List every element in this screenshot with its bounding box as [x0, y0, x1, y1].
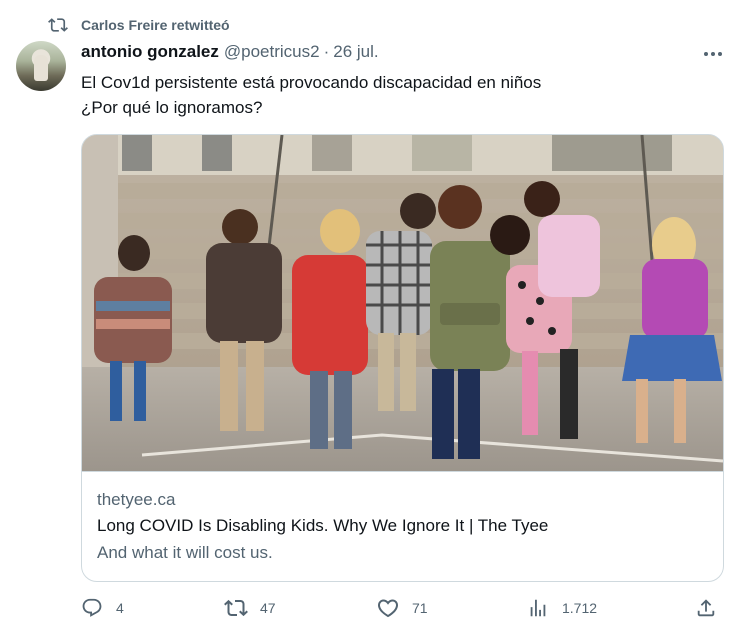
- tweet-text-line-1: El Cov1d persistente está provocando dis…: [81, 73, 542, 92]
- like-count: 71: [412, 600, 428, 616]
- author-name[interactable]: antonio gonzalez: [81, 42, 219, 62]
- tweet-header: antonio gonzalez @poetricus2 · 26 jul.: [81, 42, 379, 62]
- reply-button[interactable]: 4: [80, 596, 124, 620]
- views-button[interactable]: 1.712: [526, 596, 597, 620]
- share-button[interactable]: [694, 596, 718, 620]
- header-separator: ·: [323, 42, 330, 61]
- link-card[interactable]: thetyee.ca Long COVID Is Disabling Kids.…: [81, 134, 724, 582]
- heart-icon: [376, 596, 400, 620]
- retweet-count: 47: [260, 600, 276, 616]
- more-options-icon[interactable]: [700, 44, 726, 64]
- retweet-icon: [224, 596, 248, 620]
- author-handle[interactable]: @poetricus2: [224, 42, 320, 62]
- retweet-button[interactable]: 47: [224, 596, 276, 620]
- retweet-banner[interactable]: Carlos Freire retwitteó: [48, 15, 230, 35]
- tweet-text-line-2: ¿Por qué lo ignoramos?: [81, 98, 263, 117]
- link-card-description: And what it will cost us.: [97, 543, 273, 562]
- tweet[interactable]: Carlos Freire retwitteó antonio gonzalez…: [0, 0, 752, 638]
- reply-icon: [80, 596, 104, 620]
- tweet-actions: 4 47 71 1.712: [0, 596, 752, 624]
- like-button[interactable]: 71: [376, 596, 428, 620]
- views-count: 1.712: [562, 600, 598, 616]
- retweet-icon: [48, 15, 68, 35]
- link-card-title: Long COVID Is Disabling Kids. Why We Ign…: [97, 516, 549, 535]
- link-card-meta[interactable]: thetyee.ca Long COVID Is Disabling Kids.…: [82, 471, 723, 581]
- reply-count: 4: [116, 600, 124, 616]
- link-card-domain: thetyee.ca: [97, 490, 176, 509]
- retweet-banner-text: Carlos Freire retwitteó: [81, 17, 230, 33]
- tweet-date[interactable]: 26 jul.: [333, 42, 378, 62]
- avatar[interactable]: [16, 41, 66, 91]
- share-icon: [694, 596, 718, 620]
- link-card-image[interactable]: [82, 135, 723, 471]
- views-icon: [526, 596, 550, 620]
- tweet-text: El Cov1d persistente está provocando dis…: [81, 70, 721, 120]
